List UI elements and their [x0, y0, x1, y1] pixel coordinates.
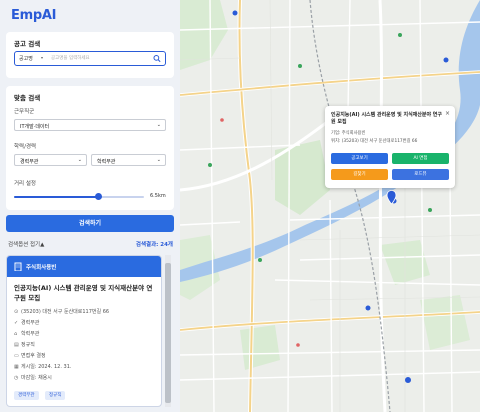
distance-slider-handle[interactable]	[95, 193, 102, 200]
result-company: 주식회사용빈	[26, 264, 57, 271]
job-popup: 인공지능(AI) 시스템 관리운영 및 지식재산분야 연구원 모집 × 기업: …	[325, 106, 455, 188]
result-title[interactable]: 인공지능(AI) 시스템 관리운영 및 지식재산분야 연구원 모집	[14, 283, 158, 303]
result-education: 학력무관	[21, 331, 40, 337]
search-options-toggle[interactable]: 검색옵션 접기▲	[8, 240, 44, 248]
job-field-value: IT개발·데이터	[20, 123, 50, 130]
result-posted: 게시일: 2024. 12. 31.	[21, 364, 72, 370]
road-view-button[interactable]: 로드뷰	[392, 169, 449, 180]
search-category-select[interactable]: 공고명	[19, 55, 33, 62]
job-field-label: 근무직군	[14, 109, 35, 115]
result-career: 경력무관	[21, 320, 40, 326]
results-scrollbar-thumb[interactable]	[165, 263, 171, 403]
search-card-title: 공고 검색	[14, 40, 41, 48]
search-input[interactable]	[51, 54, 151, 63]
career-value: 경력무관	[20, 158, 39, 165]
ai-interview-button[interactable]: AI 면접	[392, 153, 449, 164]
directions-button[interactable]: 길찾기	[331, 169, 388, 180]
result-employment: 정규직	[21, 342, 35, 348]
close-icon[interactable]: ×	[445, 110, 450, 117]
clock-icon: ◷	[14, 375, 19, 381]
sidebar: EmpAI 공고 검색 공고명 ▾ 맞춤 검색 근무직군 IT개발·데이터 ⌄ …	[0, 0, 180, 412]
chevron-down-icon[interactable]: ▾	[41, 55, 43, 60]
result-education-row: ⌂ 학력무관	[14, 330, 39, 337]
result-posted-row: ▦ 게시일: 2024. 12. 31.	[14, 363, 71, 370]
location-pin-icon: ⊙	[14, 309, 19, 315]
check-icon: ✓	[14, 320, 19, 326]
distance-label: 거리 설정	[14, 181, 36, 187]
result-count: 검색결과: 24개	[135, 242, 173, 248]
edu-career-label: 학력/경력	[14, 144, 37, 150]
result-tag: 정규직	[45, 391, 66, 400]
distance-slider[interactable]	[14, 193, 144, 200]
education-select[interactable]: 학력무관 ⌄	[91, 154, 166, 166]
result-career-row: ✓ 경력무관	[14, 319, 39, 326]
popup-location: 위치: (35203) 대전 서구 둔산대로117번길 66	[331, 139, 418, 144]
search-icon[interactable]	[153, 54, 161, 63]
popup-title: 인공지능(AI) 시스템 관리운영 및 지식재산분야 연구원 모집	[331, 112, 443, 125]
result-deadline: 마감일: 채용시	[21, 375, 52, 381]
search-button[interactable]: 검색하기	[6, 215, 174, 232]
map-view[interactable]: 인공지능(AI) 시스템 관리운영 및 지식재산분야 연구원 모집 × 기업: …	[180, 0, 480, 412]
map-canvas[interactable]	[180, 0, 480, 412]
cap-icon: ⌂	[14, 331, 18, 337]
view-posting-button[interactable]: 공고보기	[331, 153, 388, 164]
money-icon: ▭	[14, 353, 19, 359]
result-card[interactable]: 주식회사용빈 인공지능(AI) 시스템 관리운영 및 지식재산분야 연구원 모집…	[6, 255, 162, 407]
result-employment-row: ▤ 정규직	[14, 341, 35, 348]
result-salary-row: ▭ 면접후 결정	[14, 352, 46, 359]
filter-card: 맞춤 검색 근무직군 IT개발·데이터 ⌄ 학력/경력 경력무관 ⌄ 학력무관 …	[6, 86, 174, 210]
result-salary: 면접후 결정	[21, 353, 46, 359]
chevron-down-icon: ⌄	[77, 157, 82, 163]
result-tag: 경력무관	[14, 391, 39, 400]
chevron-down-icon: ⌄	[156, 157, 161, 163]
education-value: 학력무관	[97, 158, 116, 165]
search-card: 공고 검색 공고명 ▾	[6, 32, 174, 78]
search-box: 공고명 ▾	[14, 51, 166, 66]
result-address: (35203) 대전 서구 둔산대로117번길 66	[21, 309, 110, 315]
distance-value: 6.5km	[150, 193, 166, 199]
career-select[interactable]: 경력무관 ⌄	[14, 154, 87, 166]
popup-company: 기업: 주식회사용빈	[331, 131, 366, 136]
job-field-select[interactable]: IT개발·데이터 ⌄	[14, 119, 166, 131]
clipboard-icon: ▤	[14, 342, 19, 348]
filter-card-title: 맞춤 검색	[14, 94, 41, 102]
distance-slider-fill	[14, 196, 99, 198]
result-deadline-row: ◷ 마감일: 채용시	[14, 374, 52, 381]
result-address-row: ⊙ (35203) 대전 서구 둔산대로117번길 66	[14, 308, 109, 315]
app-logo[interactable]: EmpAI	[11, 8, 56, 23]
building-icon	[14, 262, 22, 271]
result-card-header: 주식회사용빈	[7, 256, 161, 277]
calendar-icon: ▦	[14, 364, 19, 370]
chevron-down-icon: ⌄	[156, 122, 161, 128]
